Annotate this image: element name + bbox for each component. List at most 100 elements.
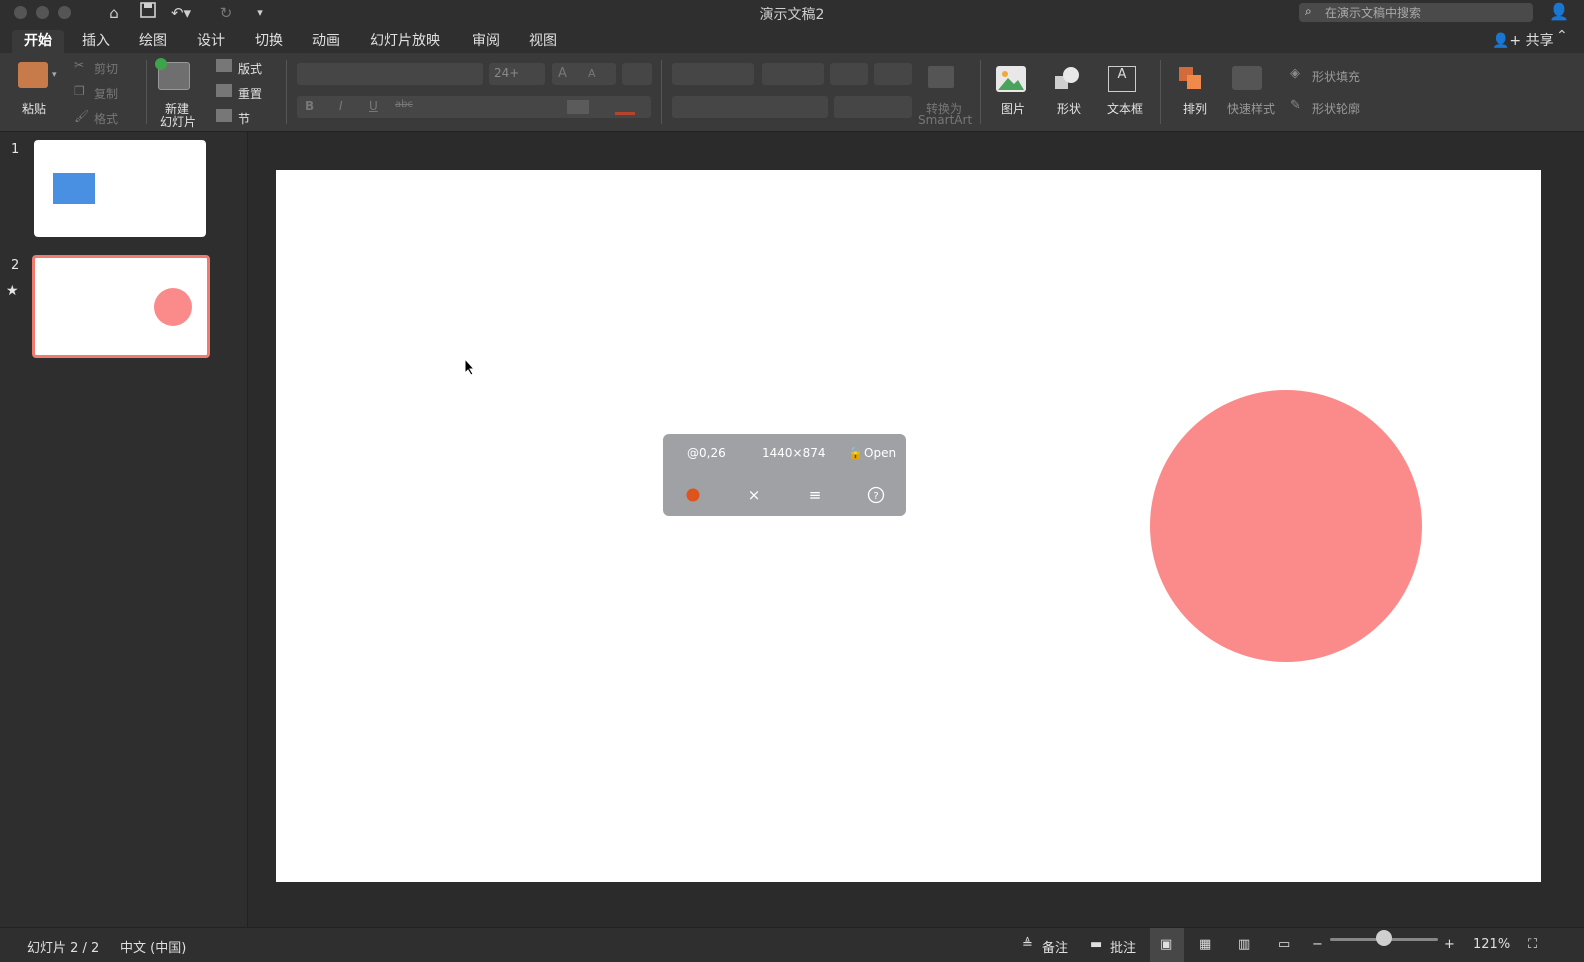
new-slide-label-2[interactable]: 幻灯片 (160, 113, 196, 130)
search-icon: ⌕ (1305, 4, 1312, 18)
copy-button[interactable]: 复制 (94, 85, 118, 102)
slide-number: 1 (11, 142, 20, 157)
slide-thumbnail-1[interactable] (34, 140, 206, 237)
columns-button[interactable] (874, 63, 912, 85)
circle-shape (154, 288, 192, 326)
picture-icon[interactable] (996, 66, 1026, 92)
reading-view-icon[interactable]: ▥ (1238, 937, 1250, 952)
tab-slideshow[interactable]: 幻灯片放映 (358, 30, 452, 53)
fill-bucket-icon: ◈ (1290, 66, 1300, 81)
user-icon[interactable]: 👤 (1549, 2, 1569, 21)
tab-design[interactable]: 设计 (185, 30, 237, 53)
close-icon[interactable]: × (745, 486, 763, 504)
shape-label[interactable]: 形状 (1057, 100, 1081, 117)
recording-overlay: @0,26 1440×874 🔓 Open × ≡ ? (663, 434, 906, 516)
notes-icon: ≜ (1022, 937, 1033, 952)
tab-home[interactable]: 开始 (12, 30, 64, 53)
paste-icon[interactable] (18, 62, 48, 88)
lock-icon[interactable]: 🔓 (848, 446, 863, 460)
underline-button[interactable]: U (369, 99, 378, 113)
slide-sorter-icon[interactable]: ▦ (1199, 937, 1211, 952)
language[interactable]: 中文 (中国) (120, 937, 186, 956)
fit-to-window-icon[interactable]: ⛶ (1528, 937, 1537, 952)
reset-button[interactable]: 重置 (238, 85, 262, 102)
bold-button[interactable]: B (305, 99, 314, 113)
ribbon-divider (980, 60, 981, 124)
tab-transitions[interactable]: 切换 (243, 30, 295, 53)
share-label: 共享 (1525, 33, 1554, 49)
convert-smartart-label-2[interactable]: SmartArt (918, 113, 972, 127)
textbox-label[interactable]: 文本框 (1107, 100, 1143, 117)
comments-button[interactable]: 批注 (1110, 937, 1136, 956)
record-button[interactable] (684, 486, 702, 504)
font-name-select[interactable] (297, 63, 483, 85)
format-painter-button[interactable]: 格式 (94, 110, 118, 127)
quick-styles-icon (1232, 66, 1262, 90)
font-grow-shrink-group: A A (552, 63, 616, 85)
line-spacing-button[interactable] (830, 63, 868, 85)
slideshow-icon[interactable]: ▭ (1278, 937, 1290, 952)
tab-animations[interactable]: 动画 (300, 30, 352, 53)
normal-view-icon: ▣ (1160, 937, 1173, 952)
outline-pen-icon: ✎ (1290, 98, 1301, 113)
arrange-label[interactable]: 排列 (1183, 100, 1207, 117)
zoom-slider-handle[interactable] (1376, 930, 1392, 946)
slide-counter: 幻灯片 2 / 2 (27, 941, 100, 956)
smartart-icon (928, 66, 954, 88)
add-person-icon: 👤+ (1492, 33, 1522, 49)
tab-review[interactable]: 审阅 (460, 30, 512, 53)
lock-state[interactable]: Open (864, 446, 896, 460)
tab-draw[interactable]: 绘图 (127, 30, 179, 53)
circle-shape[interactable] (1150, 390, 1422, 662)
clear-format-button[interactable] (622, 63, 652, 85)
search-input[interactable] (1325, 4, 1525, 21)
font-color-icon[interactable] (615, 112, 635, 115)
comments-icon: ▬ (1090, 937, 1103, 952)
text-direction-buttons[interactable] (834, 96, 912, 118)
tab-view[interactable]: 视图 (517, 30, 569, 53)
rectangle-shape (53, 173, 95, 204)
paste-label[interactable]: 粘贴 (22, 100, 46, 117)
slide-number: 2 (11, 258, 20, 273)
textbox-icon[interactable]: A (1108, 66, 1136, 92)
shape-outline-button[interactable]: 形状轮廓 (1312, 100, 1360, 117)
plus-icon (155, 58, 167, 70)
indent-buttons[interactable] (762, 63, 824, 85)
layout-button[interactable]: 版式 (238, 60, 262, 77)
arrange-icon[interactable] (1178, 66, 1204, 90)
search-box[interactable]: ⌕ (1299, 3, 1533, 22)
zoom-out-icon[interactable]: − (1312, 937, 1323, 952)
section-button[interactable]: 节 (238, 110, 250, 127)
font-size-value: 24+ (494, 66, 520, 80)
grow-font-button[interactable]: A (558, 66, 567, 81)
help-icon[interactable]: ? (867, 486, 885, 504)
tab-insert[interactable]: 插入 (70, 30, 122, 53)
alignment-buttons[interactable] (672, 96, 828, 118)
italic-button[interactable]: I (339, 99, 343, 113)
paste-dropdown-icon[interactable]: ▾ (52, 70, 57, 80)
zoom-in-icon[interactable]: + (1444, 937, 1455, 952)
list-buttons[interactable] (672, 63, 754, 85)
cut-button[interactable]: 剪切 (94, 60, 118, 77)
strikethrough-button[interactable]: abc (395, 99, 413, 110)
quick-styles-label[interactable]: 快速样式 (1227, 100, 1275, 117)
shrink-font-button[interactable]: A (588, 67, 596, 80)
picture-label[interactable]: 图片 (1001, 100, 1025, 117)
ribbon-divider (286, 60, 287, 124)
collapse-ribbon-icon[interactable]: ⌃ (1556, 28, 1568, 44)
share-button[interactable]: 👤+ 共享 (1492, 30, 1554, 50)
ribbon-divider (1160, 60, 1161, 124)
copy-icon: ❐ (74, 84, 85, 98)
settings-sliders-icon[interactable]: ≡ (806, 486, 824, 504)
zoom-level[interactable]: 121% (1473, 937, 1510, 952)
shape-fill-button[interactable]: 形状填充 (1312, 68, 1360, 85)
shape-icon[interactable] (1054, 66, 1080, 90)
font-size-select[interactable]: 24+ (489, 63, 545, 85)
reset-icon (216, 84, 232, 97)
font-style-group: B I U abc (297, 96, 651, 118)
capture-size: 1440×874 (762, 446, 826, 460)
ribbon-divider (146, 60, 147, 124)
highlight-icon[interactable] (567, 100, 589, 114)
notes-button[interactable]: 备注 (1042, 937, 1068, 956)
slide-thumbnail-2[interactable] (32, 255, 210, 358)
